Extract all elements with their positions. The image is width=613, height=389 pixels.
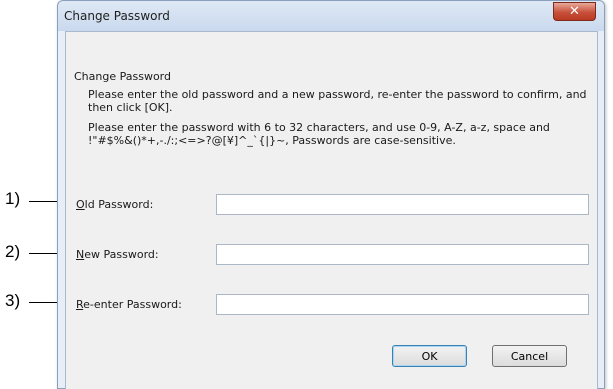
old-password-label: Old Password: bbox=[76, 198, 153, 211]
close-icon: ✕ bbox=[569, 4, 580, 19]
section-heading: Change Password bbox=[74, 70, 171, 83]
dialog-client-area: Change Password Please enter the old pas… bbox=[65, 31, 598, 389]
change-password-dialog: Change Password ✕ Change Password Please… bbox=[57, 0, 605, 389]
reenter-password-label: Re-enter Password: bbox=[76, 298, 182, 311]
reenter-password-label-text: e-enter Password: bbox=[83, 298, 182, 311]
old-password-mnemonic: O bbox=[76, 198, 85, 211]
title-bar[interactable]: Change Password ✕ bbox=[58, 1, 604, 31]
password-rules-text: Please enter the password with 6 to 32 c… bbox=[88, 121, 550, 147]
cancel-button[interactable]: Cancel bbox=[492, 345, 567, 367]
ok-button[interactable]: OK bbox=[392, 345, 467, 367]
new-password-mnemonic: N bbox=[76, 248, 85, 261]
new-password-label-text: ew Password: bbox=[84, 248, 159, 261]
callout-1: 1) bbox=[5, 189, 21, 208]
instruction-text: Please enter the old password and a new … bbox=[88, 88, 587, 114]
old-password-field[interactable] bbox=[216, 194, 589, 215]
old-password-label-text: ld Password: bbox=[84, 198, 154, 211]
close-button[interactable]: ✕ bbox=[553, 2, 596, 21]
dialog-title: Change Password bbox=[64, 9, 170, 23]
reenter-password-field[interactable] bbox=[216, 294, 589, 315]
new-password-label: New Password: bbox=[76, 248, 159, 261]
callout-3: 3) bbox=[5, 291, 21, 310]
new-password-field[interactable] bbox=[216, 244, 589, 265]
callout-2: 2) bbox=[5, 242, 21, 261]
